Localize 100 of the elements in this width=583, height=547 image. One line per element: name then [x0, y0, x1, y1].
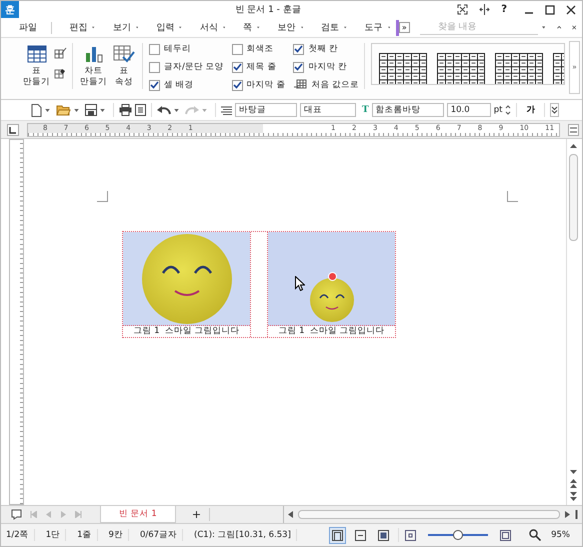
checkbox[interactable]: [232, 44, 243, 54]
zoom-slider-thumb[interactable]: [453, 530, 464, 540]
checkbox[interactable]: [232, 80, 243, 90]
more-menu-button[interactable]: »: [398, 22, 410, 33]
caret-icon[interactable]: [300, 26, 304, 29]
menu-item[interactable]: 쪽: [243, 21, 252, 34]
fit-page-icon[interactable]: [500, 530, 512, 540]
scrollbar-thumb[interactable]: [569, 154, 578, 241]
table-edit-icon[interactable]: [54, 47, 67, 59]
split-handle-icon[interactable]: [575, 510, 578, 519]
search-icon[interactable]: [529, 529, 542, 541]
picture-cell[interactable]: [268, 232, 395, 326]
table-style-preview[interactable]: [436, 53, 485, 84]
table-reset-icon[interactable]: [293, 79, 308, 91]
checkbox-label[interactable]: 마지막 줄: [246, 79, 286, 91]
save-icon[interactable]: [85, 104, 97, 116]
caret-icon[interactable]: [136, 26, 138, 29]
close-icon[interactable]: [566, 4, 576, 14]
table-style-preview[interactable]: [494, 53, 543, 84]
checkbox[interactable]: [149, 62, 160, 72]
char-shape-button[interactable]: 가: [522, 104, 540, 116]
tab-selector-icon[interactable]: [7, 124, 19, 136]
expand-icon[interactable]: [550, 103, 560, 117]
checkbox-label[interactable]: 글자/문단 모양: [164, 61, 224, 73]
page-up-icon[interactable]: [570, 479, 577, 488]
caret-icon[interactable]: [388, 26, 390, 29]
checkbox[interactable]: [293, 44, 304, 54]
language-dropdown[interactable]: 대표: [300, 103, 356, 117]
folder-icon[interactable]: [56, 104, 71, 116]
picture-caption: 그림 1 스마일 그림입니다: [277, 326, 386, 337]
unit-dropdown[interactable]: pt: [494, 105, 502, 115]
caret-icon[interactable]: [344, 26, 347, 29]
checkbox-label[interactable]: 제목 줄: [246, 61, 276, 73]
ruler-toggle-icon[interactable]: [568, 124, 579, 136]
scroll-left-icon[interactable]: [288, 511, 293, 518]
add-tab-button[interactable]: +: [184, 508, 210, 521]
caret-icon[interactable]: [74, 108, 79, 112]
menu-item[interactable]: 보기: [112, 21, 131, 34]
menu-item[interactable]: 보안: [278, 21, 296, 34]
menu-item[interactable]: 입력: [156, 21, 174, 34]
caret-icon[interactable]: [222, 26, 226, 29]
style-dropdown[interactable]: 바탕글: [235, 103, 297, 117]
picture-cell[interactable]: [123, 232, 250, 326]
search-field[interactable]: 찾을 내용: [420, 20, 538, 35]
window-title: 빈 문서 1 - 훈글: [234, 4, 302, 16]
memo-icon[interactable]: [11, 509, 22, 520]
create-chart-button[interactable]: 차트 만들기: [78, 43, 109, 88]
table-properties-button[interactable]: 표 속성: [111, 43, 137, 88]
smiley-drawing[interactable]: [309, 277, 355, 323]
mouse-cursor-icon: [295, 276, 305, 291]
checkbox-label[interactable]: 첫째 칸: [308, 43, 338, 55]
new-document-icon[interactable]: [31, 104, 42, 116]
page-down-icon[interactable]: [570, 492, 577, 501]
help-button[interactable]: ?: [501, 4, 507, 15]
checkbox-label[interactable]: 마지막 칸: [308, 61, 347, 73]
checkbox-label[interactable]: 테두리: [164, 43, 191, 55]
font-dropdown[interactable]: 함초롬바탕: [372, 103, 444, 117]
close-icon[interactable]: [572, 23, 576, 32]
caret-icon[interactable]: [100, 108, 105, 112]
spinner-icon[interactable]: [505, 104, 512, 116]
scroll-down-icon[interactable]: [570, 470, 577, 475]
checkbox-label[interactable]: 셀 배경: [164, 79, 194, 91]
caret-icon[interactable]: [92, 26, 95, 29]
menu-item[interactable]: 편집: [69, 21, 88, 34]
maximize-icon[interactable]: [545, 4, 555, 14]
reset-button[interactable]: 처음 값으로: [311, 79, 359, 91]
create-table-button[interactable]: 표 만들기: [21, 43, 52, 88]
view-mode-button[interactable]: [329, 526, 346, 544]
scroll-right-icon[interactable]: [565, 511, 570, 518]
font-type-icon: T: [362, 105, 369, 115]
document-tab[interactable]: 빈 문서 1: [100, 506, 176, 523]
caret-icon[interactable]: [174, 108, 179, 112]
menu-item[interactable]: 서식: [200, 21, 218, 34]
checkbox[interactable]: [149, 80, 160, 90]
caret-icon[interactable]: [542, 25, 546, 30]
caret-icon[interactable]: [257, 26, 260, 29]
table-fill-icon[interactable]: [54, 67, 67, 79]
picture-caption: 그림 1 스마일 그림입니다: [132, 326, 241, 337]
caret-icon[interactable]: [179, 26, 182, 29]
menu-item[interactable]: 검토: [321, 21, 340, 34]
caret-icon[interactable]: [45, 108, 50, 112]
zoom-out-icon[interactable]: [405, 530, 416, 540]
scroll-up-icon[interactable]: [570, 143, 577, 148]
checkbox[interactable]: [149, 44, 160, 54]
file-menu[interactable]: 파일: [19, 21, 37, 34]
checkbox[interactable]: [232, 62, 243, 72]
table-check-icon: [113, 45, 135, 63]
checkbox-label[interactable]: 회색조: [246, 43, 274, 55]
undo-icon[interactable]: [157, 105, 171, 115]
checkbox[interactable]: [293, 62, 304, 72]
table-style-preview[interactable]: [378, 53, 427, 84]
fullscreen-icon[interactable]: [457, 4, 468, 15]
selection-handle[interactable]: [328, 272, 337, 281]
print-icon[interactable]: [119, 104, 132, 116]
font-size-field[interactable]: 10.0: [446, 103, 491, 117]
preview-icon[interactable]: [135, 104, 146, 116]
table-style-preview[interactable]: [552, 53, 564, 84]
scrollbar-thumb[interactable]: [298, 510, 560, 519]
menu-item[interactable]: 도구: [364, 21, 383, 34]
split-icon[interactable]: [479, 4, 490, 15]
